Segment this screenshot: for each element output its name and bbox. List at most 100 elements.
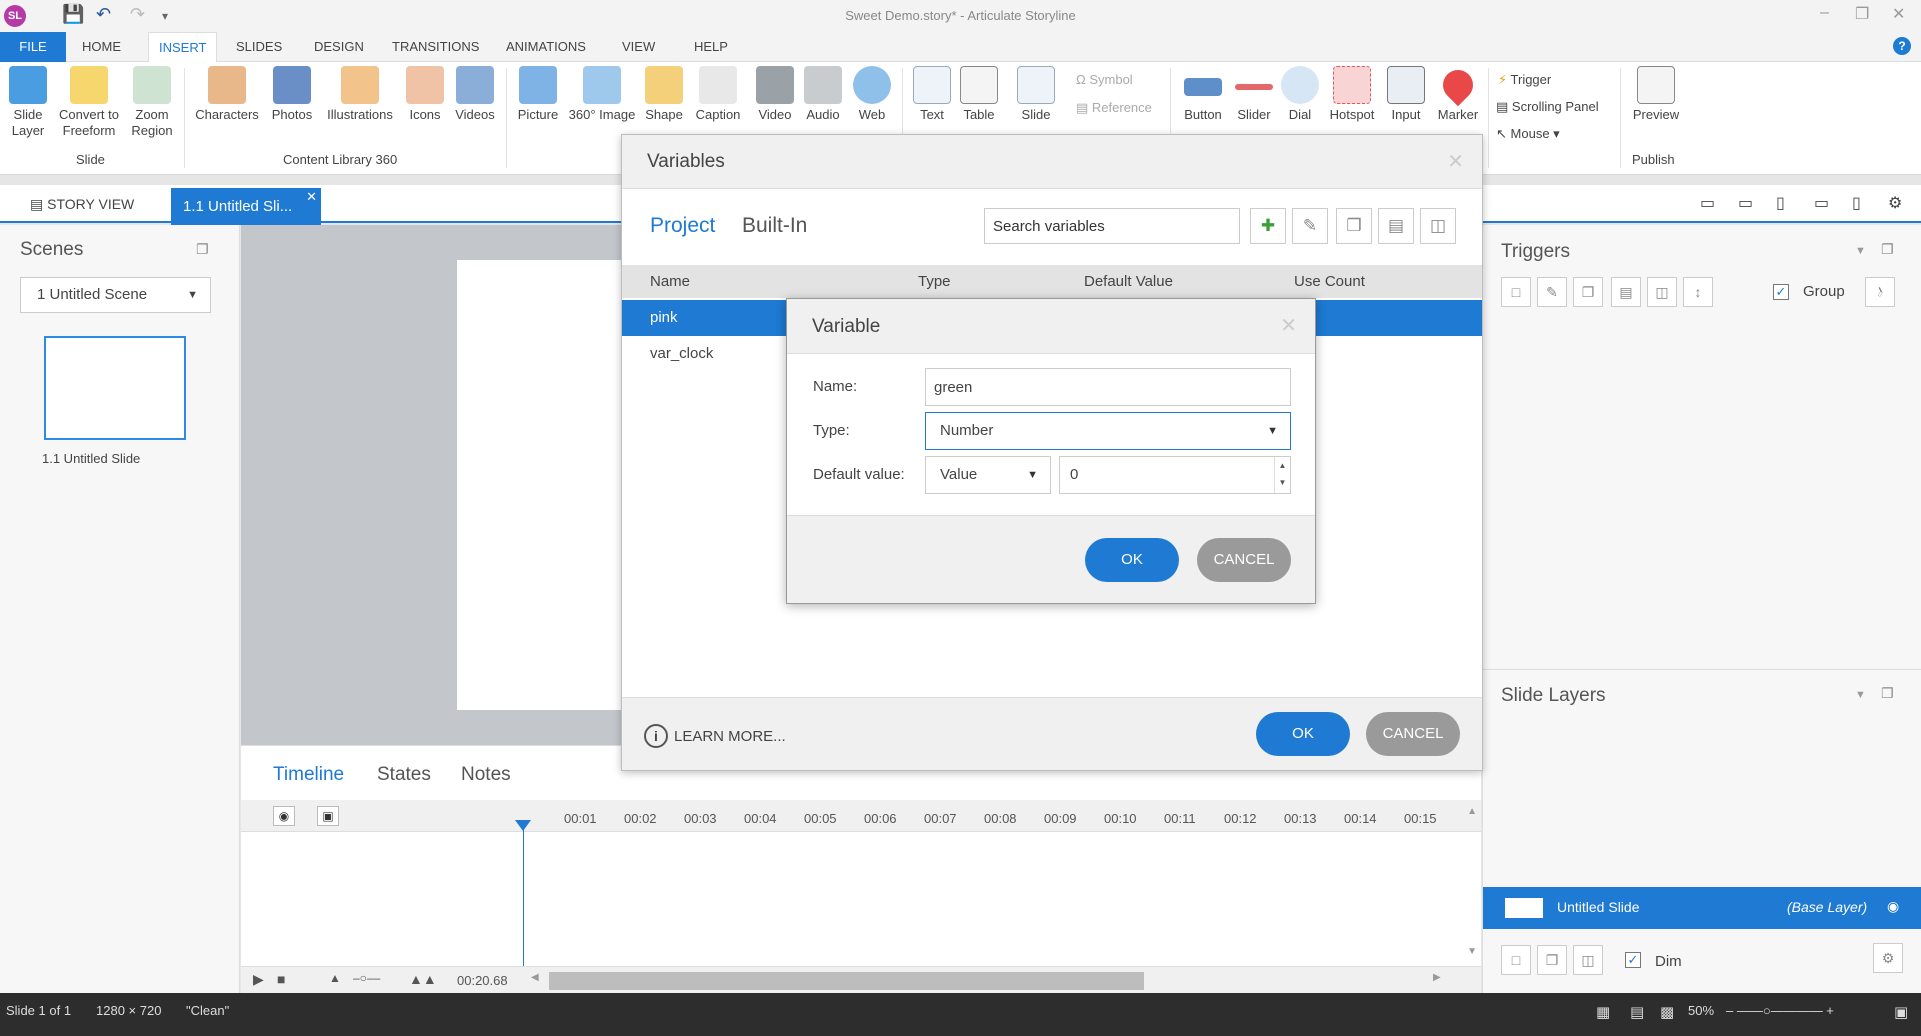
name-field[interactable] (925, 368, 1291, 406)
gear-icon[interactable]: ⚙ (1873, 943, 1903, 973)
hotspot-button[interactable]: Hotspot (1324, 66, 1380, 123)
column-name[interactable]: Name (650, 273, 690, 290)
preview-button[interactable]: Preview (1628, 66, 1684, 123)
eye-icon[interactable]: ◉ (1887, 898, 1899, 915)
grid-view-icon[interactable]: ▦ (1596, 1003, 1610, 1021)
column-default-value[interactable]: Default Value (1084, 273, 1173, 290)
zoom-region-button[interactable]: Zoom Region (128, 66, 176, 139)
panel-float-icon[interactable]: ❐ (1881, 685, 1894, 702)
duplicate-layer-icon[interactable]: ❐ (1537, 945, 1567, 975)
zoom-slider[interactable]: – ——○———— + (1726, 1003, 1834, 1018)
slide-layer-button[interactable]: Slide Layer (6, 66, 50, 139)
learn-more-link[interactable]: i LEARN MORE... (644, 724, 786, 748)
move-trigger-icon[interactable]: ↕ (1683, 277, 1713, 307)
table-button[interactable]: Table (956, 66, 1002, 123)
slide-thumbnail[interactable] (44, 336, 186, 440)
edit-variable-icon[interactable]: ✎ (1292, 208, 1328, 244)
videos-button[interactable]: Videos (450, 66, 500, 123)
paste-trigger-icon[interactable]: ▤ (1611, 277, 1641, 307)
new-trigger-icon[interactable]: □ (1501, 277, 1531, 307)
button-button[interactable]: Button (1178, 66, 1228, 123)
column-type[interactable]: Type (918, 273, 951, 290)
paste-variable-icon[interactable]: ▤ (1378, 208, 1414, 244)
copy-trigger-icon[interactable]: ❐ (1573, 277, 1603, 307)
tab-slides[interactable]: SLIDES (236, 39, 282, 54)
tablet-landscape-icon[interactable]: ▭ (1738, 193, 1753, 213)
chevron-down-icon[interactable]: ▼ (1855, 245, 1866, 257)
caption-button[interactable]: Caption (690, 66, 746, 123)
web-button[interactable]: Web (850, 66, 894, 123)
tab-project[interactable]: Project (650, 214, 715, 238)
ok-button[interactable]: OK (1256, 712, 1350, 756)
slider-button[interactable]: Slider (1230, 66, 1278, 123)
phone-portrait-icon[interactable]: ▯ (1852, 193, 1861, 213)
dim-checkbox[interactable]: ✓ (1625, 952, 1641, 968)
close-icon[interactable]: ✕ (1892, 4, 1905, 24)
base-layer-item[interactable]: Untitled Slide (Base Layer) ◉ (1483, 887, 1921, 929)
marker-button[interactable]: Marker (1430, 63, 1486, 123)
help-icon[interactable]: ? (1893, 37, 1911, 55)
input-button[interactable]: Input (1384, 66, 1428, 123)
stop-icon[interactable]: ■ (277, 971, 285, 987)
variables-icon[interactable]: 𝢁 (1865, 277, 1895, 307)
shape-button[interactable]: Shape (640, 66, 688, 123)
close-icon[interactable]: ✕ (1280, 313, 1297, 338)
delete-variable-icon[interactable]: ◫ (1420, 208, 1456, 244)
picture-button[interactable]: Picture (514, 66, 562, 123)
tablet-portrait-icon[interactable]: ▯ (1776, 193, 1785, 213)
close-tab-icon[interactable]: ✕ (306, 178, 317, 215)
restore-icon[interactable]: ❐ (1855, 4, 1869, 24)
panel-float-icon[interactable]: ❐ (196, 241, 209, 258)
symbol-button[interactable]: Ω Symbol (1076, 72, 1133, 87)
dial-button[interactable]: Dial (1280, 66, 1320, 123)
type-select[interactable]: Number ▼ (925, 412, 1291, 450)
zoom-slider[interactable]: –○–– (353, 971, 380, 985)
fit-to-window-icon[interactable]: ▣ (1894, 1003, 1908, 1021)
characters-button[interactable]: Characters (192, 66, 262, 123)
column-use-count[interactable]: Use Count (1294, 273, 1365, 290)
mouse-button[interactable]: ↖ Mouse ▾ (1496, 126, 1560, 142)
tab-states[interactable]: States (377, 764, 431, 786)
zoom-out-icon[interactable]: ▲ (329, 971, 341, 985)
chevron-down-icon[interactable]: ▼ (1855, 689, 1866, 701)
delete-layer-icon[interactable]: ◫ (1573, 945, 1603, 975)
edit-trigger-icon[interactable]: ✎ (1537, 277, 1567, 307)
gear-icon[interactable]: ⚙ (1888, 193, 1902, 213)
group-checkbox[interactable]: ✓ (1773, 284, 1789, 300)
normal-view-icon[interactable]: ▤ (1630, 1003, 1644, 1021)
panel-float-icon[interactable]: ❐ (1881, 241, 1894, 258)
video-button[interactable]: Video (752, 66, 798, 123)
tab-file[interactable]: FILE (0, 32, 66, 62)
add-variable-icon[interactable]: ✚ (1250, 208, 1286, 244)
search-input[interactable] (984, 208, 1240, 244)
slide-tab[interactable]: 1.1 Untitled Sli... ✕ (171, 188, 321, 225)
tab-home[interactable]: HOME (82, 39, 121, 54)
default-value-stepper[interactable]: 0 ▲ ▼ (1059, 456, 1291, 494)
minimize-icon[interactable]: – (1820, 4, 1829, 22)
copy-variable-icon[interactable]: ❐ (1336, 208, 1372, 244)
story-view-tab[interactable]: ▤ STORY VIEW (30, 196, 134, 213)
reference-button[interactable]: ▤ Reference (1076, 100, 1152, 116)
slide-button[interactable]: Slide (1014, 66, 1058, 123)
close-icon[interactable]: ✕ (1447, 149, 1464, 174)
trigger-button[interactable]: ⚡ Trigger (1498, 72, 1551, 88)
convert-to-freeform-button[interactable]: Convert to Freeform (54, 66, 124, 139)
tab-design[interactable]: DESIGN (314, 39, 364, 54)
phone-landscape-icon[interactable]: ▭ (1814, 193, 1829, 213)
presenter-icon[interactable]: ▩ (1660, 1003, 1674, 1021)
desktop-preview-icon[interactable]: ▭ (1700, 193, 1715, 213)
delete-trigger-icon[interactable]: ◫ (1647, 277, 1677, 307)
cancel-button[interactable]: CANCEL (1366, 712, 1460, 756)
horizontal-scrollbar[interactable] (549, 972, 1144, 990)
tab-transitions[interactable]: TRANSITIONS (392, 39, 479, 54)
tab-notes[interactable]: Notes (461, 764, 511, 786)
scroll-left-icon[interactable]: ◀ (531, 972, 539, 983)
tab-insert[interactable]: INSERT (148, 32, 218, 63)
cancel-button[interactable]: CANCEL (1197, 538, 1291, 582)
360-image-button[interactable]: 360° Image (564, 66, 640, 123)
slide-canvas[interactable] (457, 260, 632, 710)
photos-button[interactable]: Photos (266, 66, 318, 123)
text-button[interactable]: Text (910, 66, 954, 123)
tab-view[interactable]: VIEW (622, 39, 655, 54)
eye-icon[interactable]: ◉ (273, 806, 295, 826)
